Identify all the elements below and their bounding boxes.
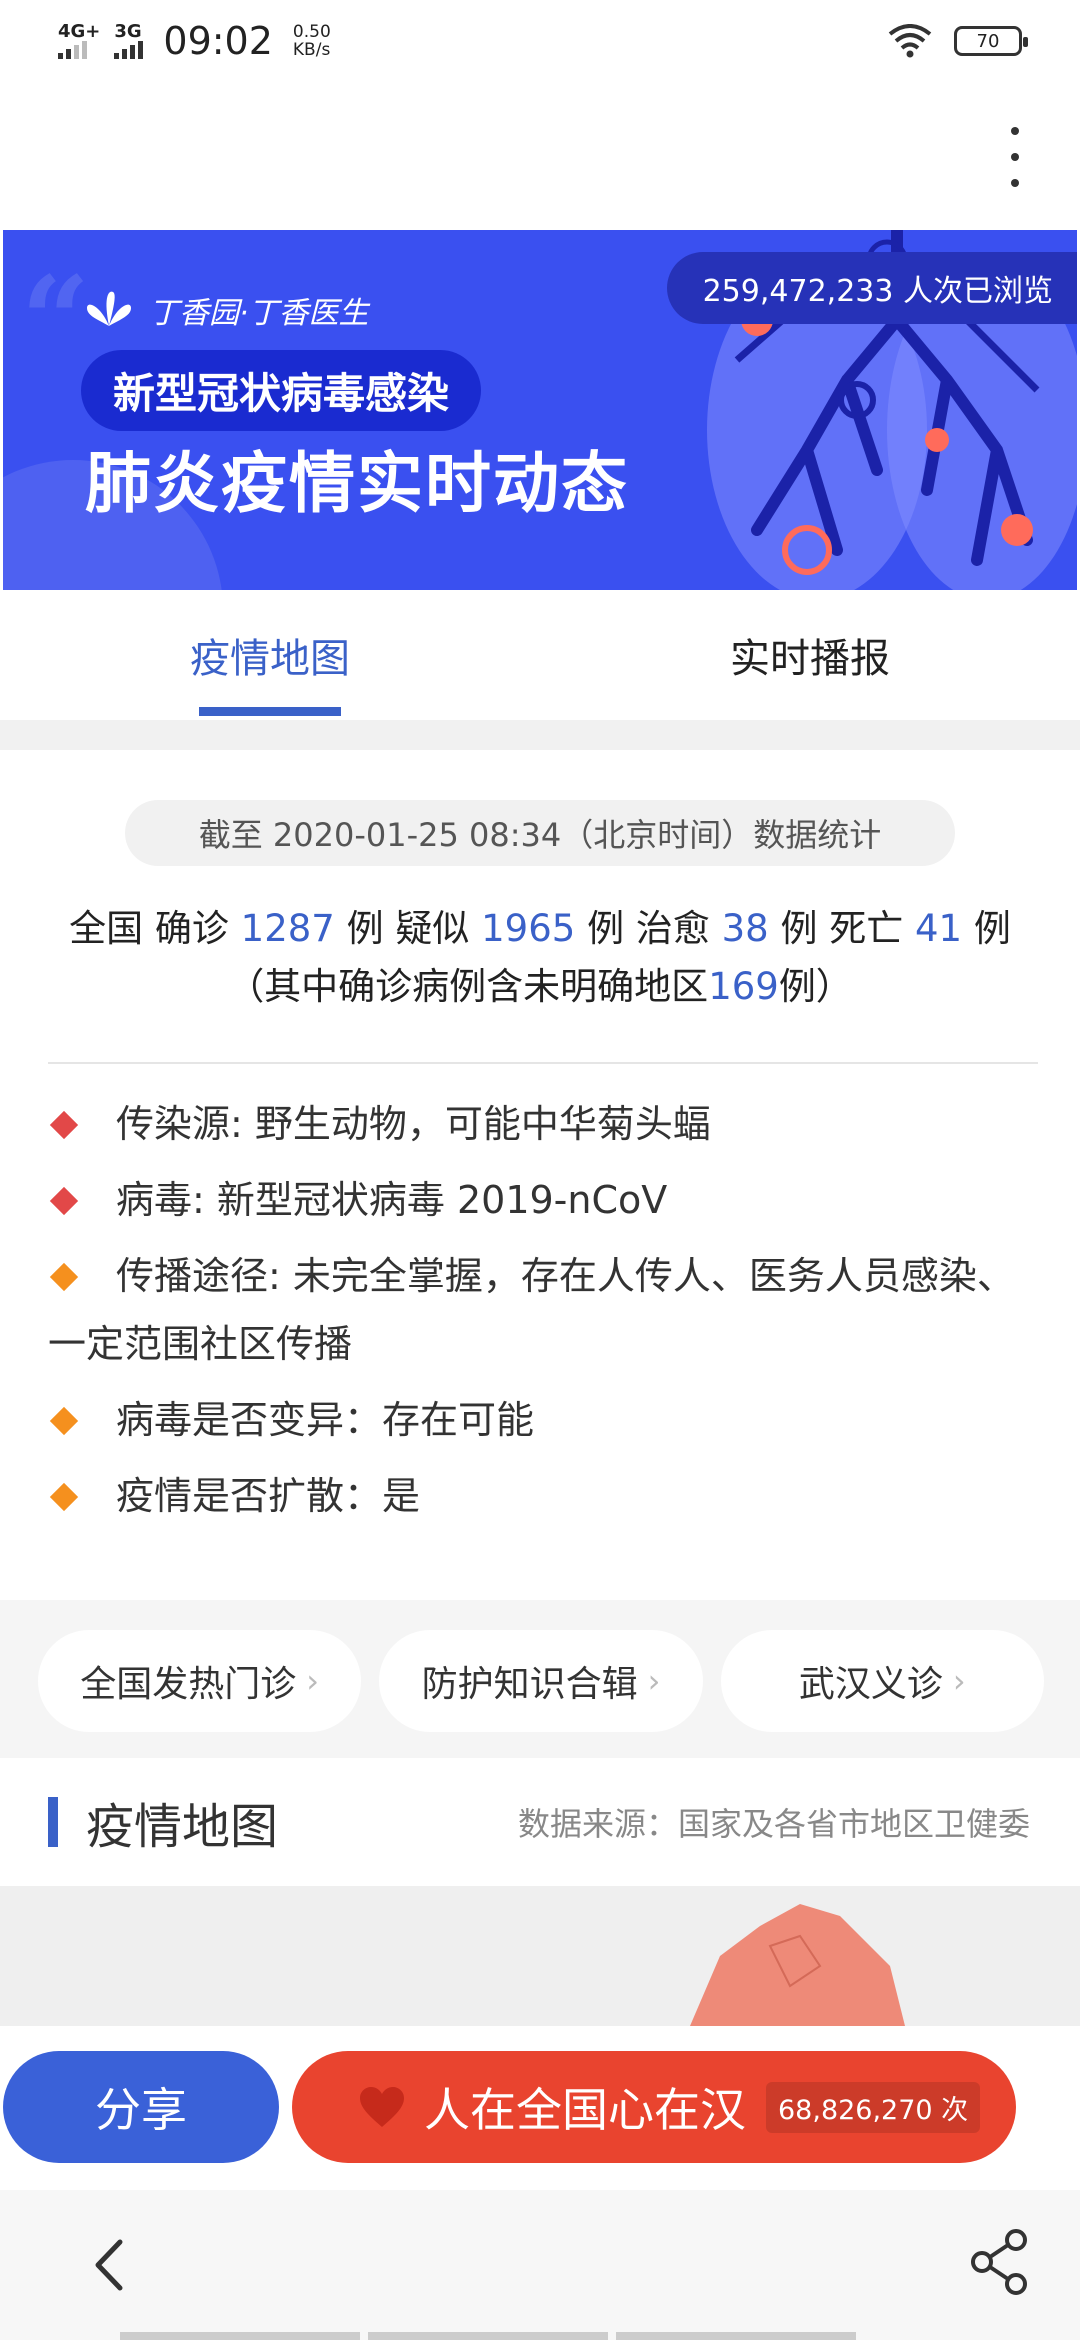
network-3g-indicator: 3G <box>114 21 144 59</box>
fact-text: 传染源: 野生动物，可能中华菊头蝠 <box>116 1102 711 1146</box>
tab-bar: 疫情地图 实时播报 <box>0 590 1080 720</box>
network-3g-label: 3G <box>114 21 142 42</box>
speed-value: 0.50 <box>292 22 331 42</box>
tab-epidemic-map[interactable]: 疫情地图 <box>0 590 540 720</box>
speed-unit: KB/s <box>292 40 331 60</box>
diamond-bullet-icon <box>49 1482 79 1511</box>
fact-item: 疫情是否扩散：是 <box>48 1462 1038 1530</box>
browser-nav-bar <box>0 2190 1080 2340</box>
wuhan-consult-link[interactable]: 武汉义诊 › <box>720 1630 1044 1732</box>
map-section-header: 疫情地图 数据来源：国家及各省市地区卫健委 <box>0 1758 1080 1886</box>
view-count: 259,472,233 <box>702 274 894 309</box>
brand-name: 丁香园·丁香医生 <box>149 296 369 331</box>
unit-label: 例 <box>780 907 818 950</box>
fact-text: 病毒: 新型冠状病毒 2019-nCoV <box>116 1178 668 1222</box>
fact-item: 病毒: 新型冠状病毒 2019-nCoV <box>48 1166 1038 1234</box>
chevron-right-icon: › <box>952 1662 966 1700</box>
note-suffix: 例） <box>778 965 853 1008</box>
fact-item: 传播途径: 未完全掌握，存在人传人、医务人员感染、一定范围社区传播 <box>48 1242 1038 1378</box>
cured-label: 治愈 <box>635 907 710 950</box>
data-source: 数据来源：国家及各省市地区卫健委 <box>517 1805 1030 1843</box>
battery-icon: 70 <box>954 26 1028 56</box>
unit-label: 例 <box>346 907 384 950</box>
chevron-right-icon: › <box>306 1662 320 1700</box>
network-speed: 0.50 KB/s <box>293 23 331 59</box>
view-count-label: 人次已浏览 <box>903 274 1053 309</box>
national-summary: 全国 确诊 1287 例 疑似 1965 例 治愈 38 例 死亡 41 例 （其… <box>60 900 1020 1016</box>
deaths-count: 41 <box>915 907 963 950</box>
diamond-bullet-icon <box>49 1262 79 1291</box>
clock: 09:02 <box>163 19 273 63</box>
unit-label: 例 <box>973 907 1011 950</box>
view-count-badge: 259,472,233 人次已浏览 <box>666 252 1077 324</box>
unit-label: 例 <box>587 907 625 950</box>
protection-guide-link[interactable]: 防护知识合辑 › <box>379 1630 703 1732</box>
quick-links: 全国发热门诊 › 防护知识合辑 › 武汉义诊 › <box>38 1630 1044 1732</box>
section-accent-bar <box>48 1797 58 1847</box>
network-4g-label: 4G+ <box>58 21 101 42</box>
fact-text: 疫情是否扩散：是 <box>116 1474 421 1518</box>
chevron-right-icon: › <box>647 1662 661 1700</box>
tab-live-updates[interactable]: 实时播报 <box>540 590 1080 720</box>
section-spacer <box>0 720 1080 750</box>
tab-strip <box>120 2332 856 2340</box>
fact-item: 病毒是否变异：存在可能 <box>48 1386 1038 1454</box>
signal-bars-icon <box>58 41 87 59</box>
heart-icon <box>360 2087 404 2127</box>
stats-card: 截至 2020-01-25 08:34（北京时间）数据统计 全国 确诊 1287… <box>0 750 1080 1600</box>
quote-decoration-icon: “ <box>21 250 91 391</box>
chip-label: 全国发热门诊 <box>80 1664 297 1705</box>
unspecified-count: 169 <box>708 965 779 1008</box>
support-wuhan-button[interactable]: 人在全国心在汉 68,826,270 次 <box>292 2051 1016 2163</box>
brand-logo: 丁香园·丁香医生 <box>83 286 369 334</box>
support-count: 68,826,270 次 <box>766 2081 981 2133</box>
action-bar: 分享 人在全国心在汉 68,826,270 次 <box>0 2026 1016 2191</box>
support-label: 人在全国心在汉 <box>424 2083 746 2137</box>
fact-item: 传染源: 野生动物，可能中华菊头蝠 <box>48 1090 1038 1158</box>
epidemic-map[interactable] <box>0 1886 1080 2026</box>
suspected-label: 疑似 <box>395 907 470 950</box>
banner-title: 肺炎疫情实时动态 <box>85 445 629 522</box>
confirmed-count: 1287 <box>240 907 335 950</box>
diamond-bullet-icon <box>49 1406 79 1435</box>
china-map-shape <box>690 1904 905 2026</box>
cured-count: 38 <box>721 907 769 950</box>
note-prefix: （其中确诊病例含未明确地区 <box>227 965 709 1008</box>
share-button[interactable]: 分享 <box>3 2051 279 2163</box>
fact-text: 传播途径: 未完全掌握，存在人传人、医务人员感染、一定范围社区传播 <box>48 1254 1015 1366</box>
fact-text: 病毒是否变异：存在可能 <box>116 1398 535 1442</box>
map-section-title: 疫情地图 <box>86 1799 279 1855</box>
banner-subtitle: 新型冠状病毒感染 <box>81 350 482 431</box>
more-options-icon[interactable] <box>1000 127 1030 187</box>
butterfly-logo-icon <box>87 291 131 326</box>
summary-prefix: 全国 <box>69 907 144 950</box>
diamond-bullet-icon <box>49 1110 79 1139</box>
suspected-count: 1965 <box>481 907 576 950</box>
fever-clinic-link[interactable]: 全国发热门诊 › <box>38 1630 362 1732</box>
as-of-timestamp: 截至 2020-01-25 08:34（北京时间）数据统计 <box>125 800 955 866</box>
fact-list: 传染源: 野生动物，可能中华菊头蝠 病毒: 新型冠状病毒 2019-nCoV 传… <box>48 1090 1038 1538</box>
chip-label: 武汉义诊 <box>798 1664 943 1705</box>
share-icon[interactable] <box>968 2226 1032 2298</box>
back-icon[interactable] <box>80 2230 140 2300</box>
chip-label: 防护知识合辑 <box>421 1664 638 1705</box>
network-4g-indicator: 4G+ <box>58 23 100 59</box>
status-bar: 4G+ 3G 09:02 0.50 KB/s 70 <box>0 0 1080 82</box>
divider <box>48 1062 1038 1064</box>
diamond-bullet-icon <box>49 1186 79 1215</box>
deaths-label: 死亡 <box>829 907 904 950</box>
confirmed-label: 确诊 <box>154 907 229 950</box>
wifi-icon <box>888 24 932 58</box>
app-bar <box>0 82 1080 227</box>
battery-level: 70 <box>976 30 1000 52</box>
header-banner: “ 丁香园·丁香医生 新型冠状病毒感染 肺炎疫情实时动态 259,472,233… <box>3 230 1077 590</box>
signal-bars-icon <box>114 41 144 59</box>
